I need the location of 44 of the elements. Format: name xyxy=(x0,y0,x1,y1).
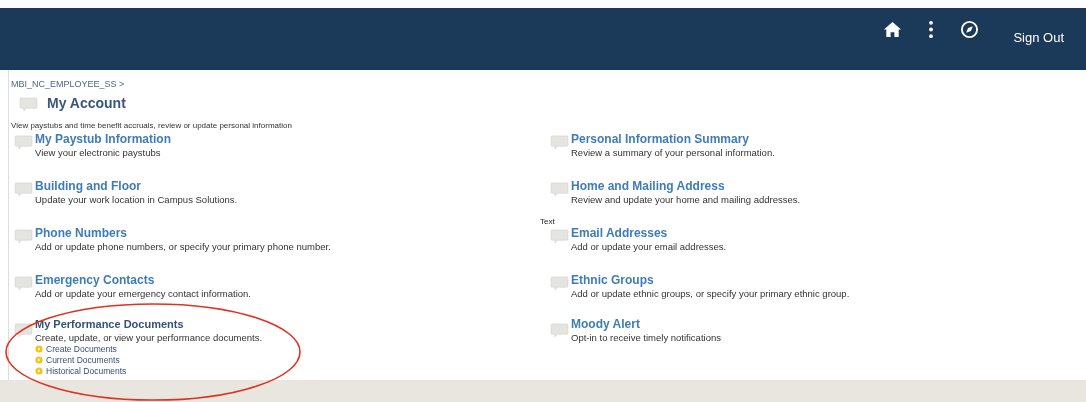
sub-link[interactable]: Create Documents xyxy=(35,344,117,354)
item-link[interactable]: Moody Alert xyxy=(571,317,640,331)
item-link[interactable]: Home and Mailing Address xyxy=(571,179,725,193)
item-description: Add or update phone numbers, or specify your primary phone number. xyxy=(35,241,331,252)
item-description: Add or update your email addresses. xyxy=(571,241,727,252)
more-icon[interactable] xyxy=(928,20,935,39)
item-link[interactable]: My Paystub Information xyxy=(35,132,171,146)
item-link[interactable]: Emergency Contacts xyxy=(35,273,155,287)
item-description: View your electronic paystubs xyxy=(35,147,161,158)
speech-bubble-icon xyxy=(14,229,33,244)
speech-bubble-icon xyxy=(550,276,569,291)
bullet-icon xyxy=(35,345,43,353)
speech-bubble-icon xyxy=(550,182,569,197)
speech-bubble-icon xyxy=(14,182,33,197)
item-description: Review and update your home and mailing addresses. xyxy=(571,194,801,205)
sub-link[interactable]: Historical Documents xyxy=(35,366,127,376)
item-description: Update your work location in Campus Solutions. xyxy=(35,194,238,205)
home-icon[interactable] xyxy=(883,20,903,39)
speech-bubble-icon xyxy=(550,323,569,338)
bullet-icon xyxy=(35,356,43,364)
bullet-icon xyxy=(35,367,43,375)
speech-bubble-icon xyxy=(550,135,569,150)
sub-link[interactable]: Current Documents xyxy=(35,355,120,365)
sign-out-link[interactable]: Sign Out xyxy=(1013,30,1064,45)
section-title: My Account xyxy=(47,95,126,111)
label-text: Text xyxy=(540,217,555,226)
item-description: Opt-in to receive timely notifications xyxy=(571,332,721,343)
item-description: Add or update your emergency contact information. xyxy=(35,288,251,299)
speech-bubble-icon xyxy=(14,276,33,291)
item-link[interactable]: Building and Floor xyxy=(35,179,141,193)
item-description: Review a summary of your personal information. xyxy=(571,147,775,158)
item-link[interactable]: Email Addresses xyxy=(571,226,668,240)
compass-icon[interactable] xyxy=(960,20,980,39)
section-description: View paystubs and time benefit accruals, review or update personal information xyxy=(11,121,292,130)
item-link[interactable]: Ethnic Groups xyxy=(571,273,654,287)
speech-bubble-icon xyxy=(550,229,569,244)
breadcrumb[interactable]: MBI_NC_EMPLOYEE_SS > xyxy=(11,79,125,90)
speech-bubble-icon xyxy=(14,323,33,338)
speech-bubble-icon xyxy=(14,135,33,150)
item-description: Create, update, or view your performance documents. xyxy=(35,332,263,343)
item-link[interactable]: Personal Information Summary xyxy=(571,132,750,146)
item-link[interactable]: Phone Numbers xyxy=(35,226,127,240)
speech-bubble-icon xyxy=(19,96,38,112)
item-description: Add or update ethnic groups, or specify your primary ethnic group. xyxy=(571,288,850,299)
